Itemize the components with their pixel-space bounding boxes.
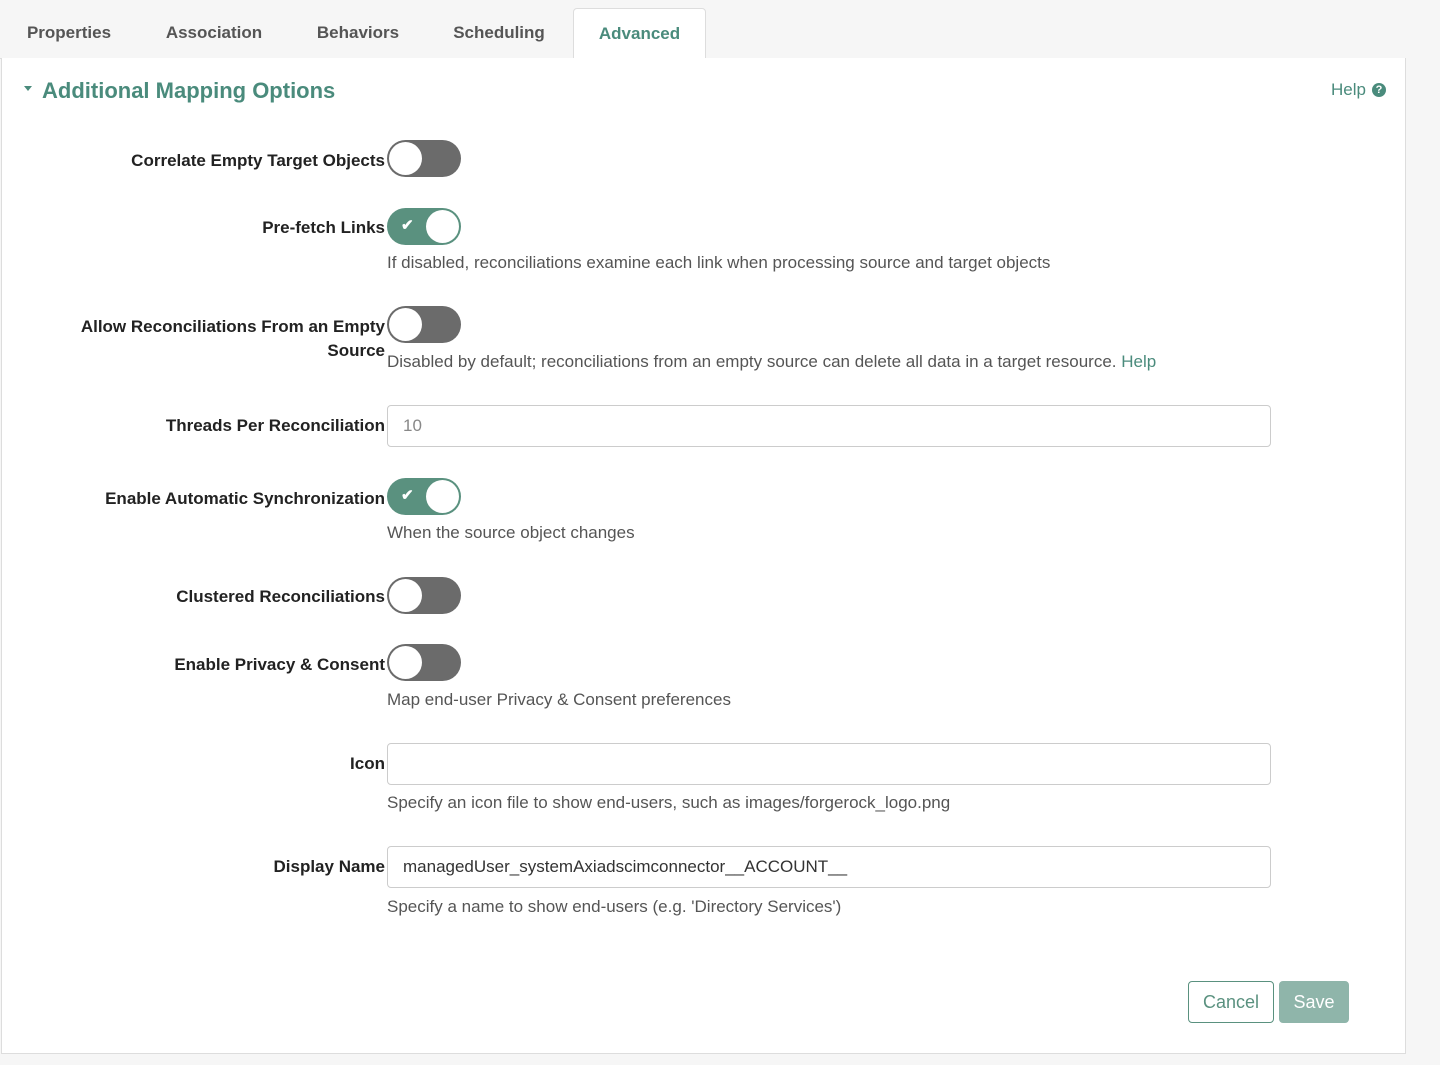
allow-empty-source-label-line2: Source — [327, 341, 385, 360]
auto-sync-toggle[interactable]: ✔ — [387, 478, 461, 515]
icon-label: Icon — [350, 754, 385, 773]
auto-sync-label: Enable Automatic Synchronization — [105, 489, 385, 508]
clustered-label: Clustered Reconciliations — [176, 587, 385, 606]
prefetch-links-hint: If disabled, reconciliations examine eac… — [387, 253, 1051, 272]
privacy-hint: Map end-user Privacy & Consent preferenc… — [387, 690, 731, 709]
display-name-hint: Specify a name to show end-users (e.g. '… — [387, 897, 842, 916]
check-icon: ✔ — [401, 217, 414, 234]
toggle-knob — [389, 308, 422, 341]
clustered-toggle[interactable] — [387, 577, 461, 614]
caret-down-icon — [24, 85, 32, 91]
prefetch-links-label: Pre-fetch Links — [262, 218, 385, 237]
cancel-button[interactable]: Cancel — [1188, 981, 1274, 1023]
allow-empty-source-hint-text: Disabled by default; reconciliations fro… — [387, 352, 1117, 371]
display-name-label: Display Name — [273, 857, 386, 876]
allow-empty-source-label-line1: Allow Reconciliations From an Empty — [80, 317, 385, 336]
toggle-knob — [389, 579, 422, 612]
check-icon: ✔ — [401, 487, 414, 504]
auto-sync-hint: When the source object changes — [387, 523, 635, 542]
toggle-knob — [426, 210, 459, 243]
threads-label: Threads Per Reconciliation — [165, 416, 385, 435]
allow-empty-source-label: Allow Reconciliations From an Empty Sour… — [45, 315, 385, 363]
toggle-knob — [389, 142, 422, 175]
question-circle-icon: ? — [1372, 83, 1386, 97]
tab-behaviors[interactable]: Behaviors — [303, 8, 413, 59]
icon-input[interactable] — [387, 743, 1271, 785]
save-button[interactable]: Save — [1279, 981, 1349, 1023]
allow-empty-source-hint: Disabled by default; reconciliations fro… — [387, 351, 1156, 373]
tab-properties[interactable]: Properties — [14, 8, 124, 59]
privacy-label: Enable Privacy & Consent — [174, 655, 385, 674]
section-title: Additional Mapping Options — [42, 78, 336, 103]
privacy-toggle[interactable] — [387, 644, 461, 681]
tab-advanced[interactable]: Advanced — [573, 8, 706, 60]
toggle-knob — [426, 480, 459, 513]
tab-bar: Properties Association Behaviors Schedul… — [0, 0, 1406, 60]
help-link[interactable]: Help ? — [1331, 80, 1386, 100]
tab-association[interactable]: Association — [152, 8, 276, 59]
correlate-empty-toggle[interactable] — [387, 140, 461, 177]
allow-empty-source-help-link[interactable]: Help — [1121, 352, 1156, 371]
display-name-input[interactable] — [387, 846, 1271, 888]
help-label: Help — [1331, 80, 1366, 99]
tab-scheduling[interactable]: Scheduling — [441, 8, 557, 59]
correlate-empty-label: Correlate Empty Target Objects — [131, 151, 385, 170]
prefetch-links-toggle[interactable]: ✔ — [387, 208, 461, 245]
toggle-knob — [389, 646, 422, 679]
allow-empty-source-toggle[interactable] — [387, 306, 461, 343]
threads-input[interactable] — [387, 405, 1271, 447]
section-header[interactable]: Additional Mapping Options — [24, 78, 335, 104]
icon-hint: Specify an icon file to show end-users, … — [387, 793, 951, 812]
